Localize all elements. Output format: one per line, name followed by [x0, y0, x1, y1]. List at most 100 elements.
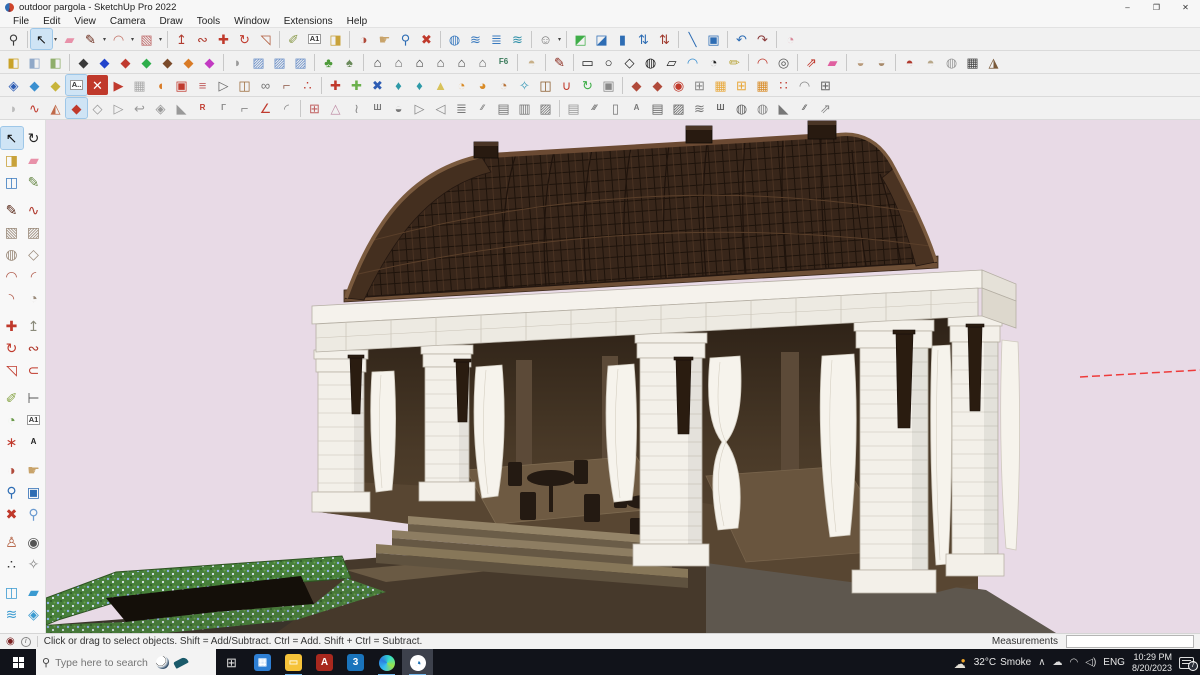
paint-bucket-button[interactable]: ◨ — [1, 149, 23, 171]
onedrive-icon[interactable]: ☁ — [1053, 657, 1063, 668]
menu-extensions[interactable]: Extensions — [277, 16, 340, 27]
bend-a-button[interactable]: ◔ — [451, 75, 472, 95]
push-pull-button[interactable]: ↥ — [23, 315, 45, 337]
shape-pgram-button[interactable]: ▱ — [661, 52, 682, 72]
menu-file[interactable]: File — [6, 16, 36, 27]
slats-button[interactable]: ∕∕ — [794, 98, 815, 118]
cone-button[interactable]: △ — [325, 98, 346, 118]
menu-tools[interactable]: Tools — [190, 16, 227, 27]
start-button[interactable] — [0, 649, 36, 675]
slash-c-button[interactable]: ▨ — [290, 52, 311, 72]
text-tool-button[interactable]: A1 — [23, 409, 45, 431]
union-add-button[interactable]: ✚ — [325, 75, 346, 95]
louver-d-button[interactable]: ▨ — [535, 98, 556, 118]
copy-button[interactable]: ▣ — [598, 75, 619, 95]
autocad-taskbar-button[interactable]: A — [309, 649, 340, 675]
zoom-previous-button[interactable]: ⚲ — [23, 503, 45, 525]
louver-e-button[interactable]: ∕∕∕ — [584, 98, 605, 118]
arc-dash-button[interactable]: ◠ — [794, 75, 815, 95]
protractor-button[interactable]: ◔ — [1, 409, 23, 431]
look-around-button[interactable]: ◉ — [23, 531, 45, 553]
louver-b-button[interactable]: ▤ — [493, 98, 514, 118]
notification-center-icon[interactable]: 7 — [1179, 656, 1198, 671]
stack-lines-button[interactable]: ≡ — [192, 75, 213, 95]
quad-mesh-button[interactable]: ▦ — [129, 75, 150, 95]
flag-button[interactable]: ▷ — [213, 75, 234, 95]
zoom-extents-button[interactable]: ✖ — [416, 29, 437, 49]
taskbar-search[interactable]: ⚲ — [36, 649, 216, 675]
pencil-button[interactable]: ✎ — [1, 199, 23, 221]
clamp-button[interactable]: ◖ — [150, 75, 171, 95]
bin-button[interactable]: ◫ — [535, 75, 556, 95]
history-button[interactable]: ◔ — [780, 29, 801, 49]
zoom-window-button[interactable]: ▣ — [23, 481, 45, 503]
rectangle-dropdown-icon[interactable]: ▾ — [157, 36, 164, 43]
array-button[interactable]: ⊞ — [815, 75, 836, 95]
weave-button[interactable]: ≋ — [689, 98, 710, 118]
drape-button[interactable]: ◓ — [899, 52, 920, 72]
line-button[interactable]: ✎ — [80, 29, 101, 49]
component-b-button[interactable]: ◪ — [591, 29, 612, 49]
eraser-button[interactable]: ▰ — [23, 149, 45, 171]
arc-slice-button[interactable]: ◗ — [227, 52, 248, 72]
three-point-arc-button[interactable]: ◝ — [1, 287, 23, 309]
house-d-button[interactable]: ⌂ — [430, 52, 451, 72]
round-corner-button[interactable]: R — [192, 98, 213, 118]
menu-edit[interactable]: Edit — [36, 16, 67, 27]
orbit-button[interactable]: ◑ — [353, 29, 374, 49]
louver-a-button[interactable]: ∕∕ — [472, 98, 493, 118]
menu-window[interactable]: Window — [227, 16, 277, 27]
extrude-x-button[interactable]: ◆ — [178, 52, 199, 72]
joint-push-button[interactable]: ◆ — [73, 52, 94, 72]
u-bend-button[interactable]: ∪ — [556, 75, 577, 95]
bounding-box-button[interactable]: ▣ — [703, 29, 724, 49]
shape-rect-button[interactable]: ▭ — [577, 52, 598, 72]
coil-button[interactable]: ≀ — [346, 98, 367, 118]
section-display-button[interactable]: ≋ — [1, 603, 23, 625]
gem-button[interactable]: ◆ — [65, 97, 88, 119]
hook-button[interactable]: ⌐ — [276, 75, 297, 95]
calculator-taskbar-button[interactable]: ▦ — [247, 649, 278, 675]
house-e-button[interactable]: ⌂ — [451, 52, 472, 72]
subtract-button[interactable]: ✖ — [367, 75, 388, 95]
search-input[interactable] — [55, 656, 152, 669]
section-plane-button[interactable]: ◫ — [1, 581, 23, 603]
slash-b-button[interactable]: ▨ — [269, 52, 290, 72]
fill-red-button[interactable]: ▣ — [171, 75, 192, 95]
freehand-button[interactable]: ∿ — [23, 199, 45, 221]
vector-push-button[interactable]: ◆ — [94, 52, 115, 72]
tape-measure-button[interactable]: ✐ — [283, 29, 304, 49]
file-explorer-taskbar-button[interactable]: ▭ — [278, 649, 309, 675]
style-gear-button[interactable]: ≋ — [507, 29, 528, 49]
house-a-button[interactable]: ⌂ — [367, 52, 388, 72]
corner-b-button[interactable]: ⌐ — [234, 98, 255, 118]
binoculars-button[interactable]: ∞ — [255, 75, 276, 95]
arc-dropdown-icon[interactable]: ▾ — [129, 36, 136, 43]
sketchup-taskbar-button[interactable]: ◔ — [402, 649, 433, 675]
tray-chevron-icon[interactable]: ∧ — [1038, 657, 1045, 668]
bend-c-button[interactable]: ◔ — [493, 75, 514, 95]
dome-tan-button[interactable]: ◓ — [521, 52, 542, 72]
push-pull-button[interactable]: ↥ — [171, 29, 192, 49]
spark-button[interactable]: ✧ — [514, 75, 535, 95]
soften-edges-button[interactable]: ≋ — [465, 29, 486, 49]
menu-draw[interactable]: Draw — [152, 16, 189, 27]
grid-b-button[interactable]: ⊞ — [731, 75, 752, 95]
minimize-button[interactable]: – — [1113, 0, 1142, 15]
target-button[interactable]: ◉ — [668, 75, 689, 95]
tree-button[interactable]: ♠ — [339, 52, 360, 72]
stamp-button[interactable]: ◓ — [920, 52, 941, 72]
arrow-run-button[interactable]: ▶ — [108, 75, 129, 95]
undo-button[interactable]: ↶ — [731, 29, 752, 49]
language-indicator[interactable]: ENG — [1103, 657, 1125, 668]
shutter-button[interactable]: ▤ — [647, 98, 668, 118]
bezier-button[interactable]: ◠ — [752, 52, 773, 72]
book-button[interactable]: ▤ — [563, 98, 584, 118]
diagonal-line-button[interactable]: ╲ — [682, 29, 703, 49]
grid-a-button[interactable]: ▦ — [710, 75, 731, 95]
shape-polygon-button[interactable]: ◇ — [619, 52, 640, 72]
shell-button[interactable]: ◗ — [3, 98, 24, 118]
help-info-icon[interactable]: i — [20, 636, 31, 647]
shape-circle-button[interactable]: ○ — [598, 52, 619, 72]
slash-a-button[interactable]: ▨ — [248, 52, 269, 72]
